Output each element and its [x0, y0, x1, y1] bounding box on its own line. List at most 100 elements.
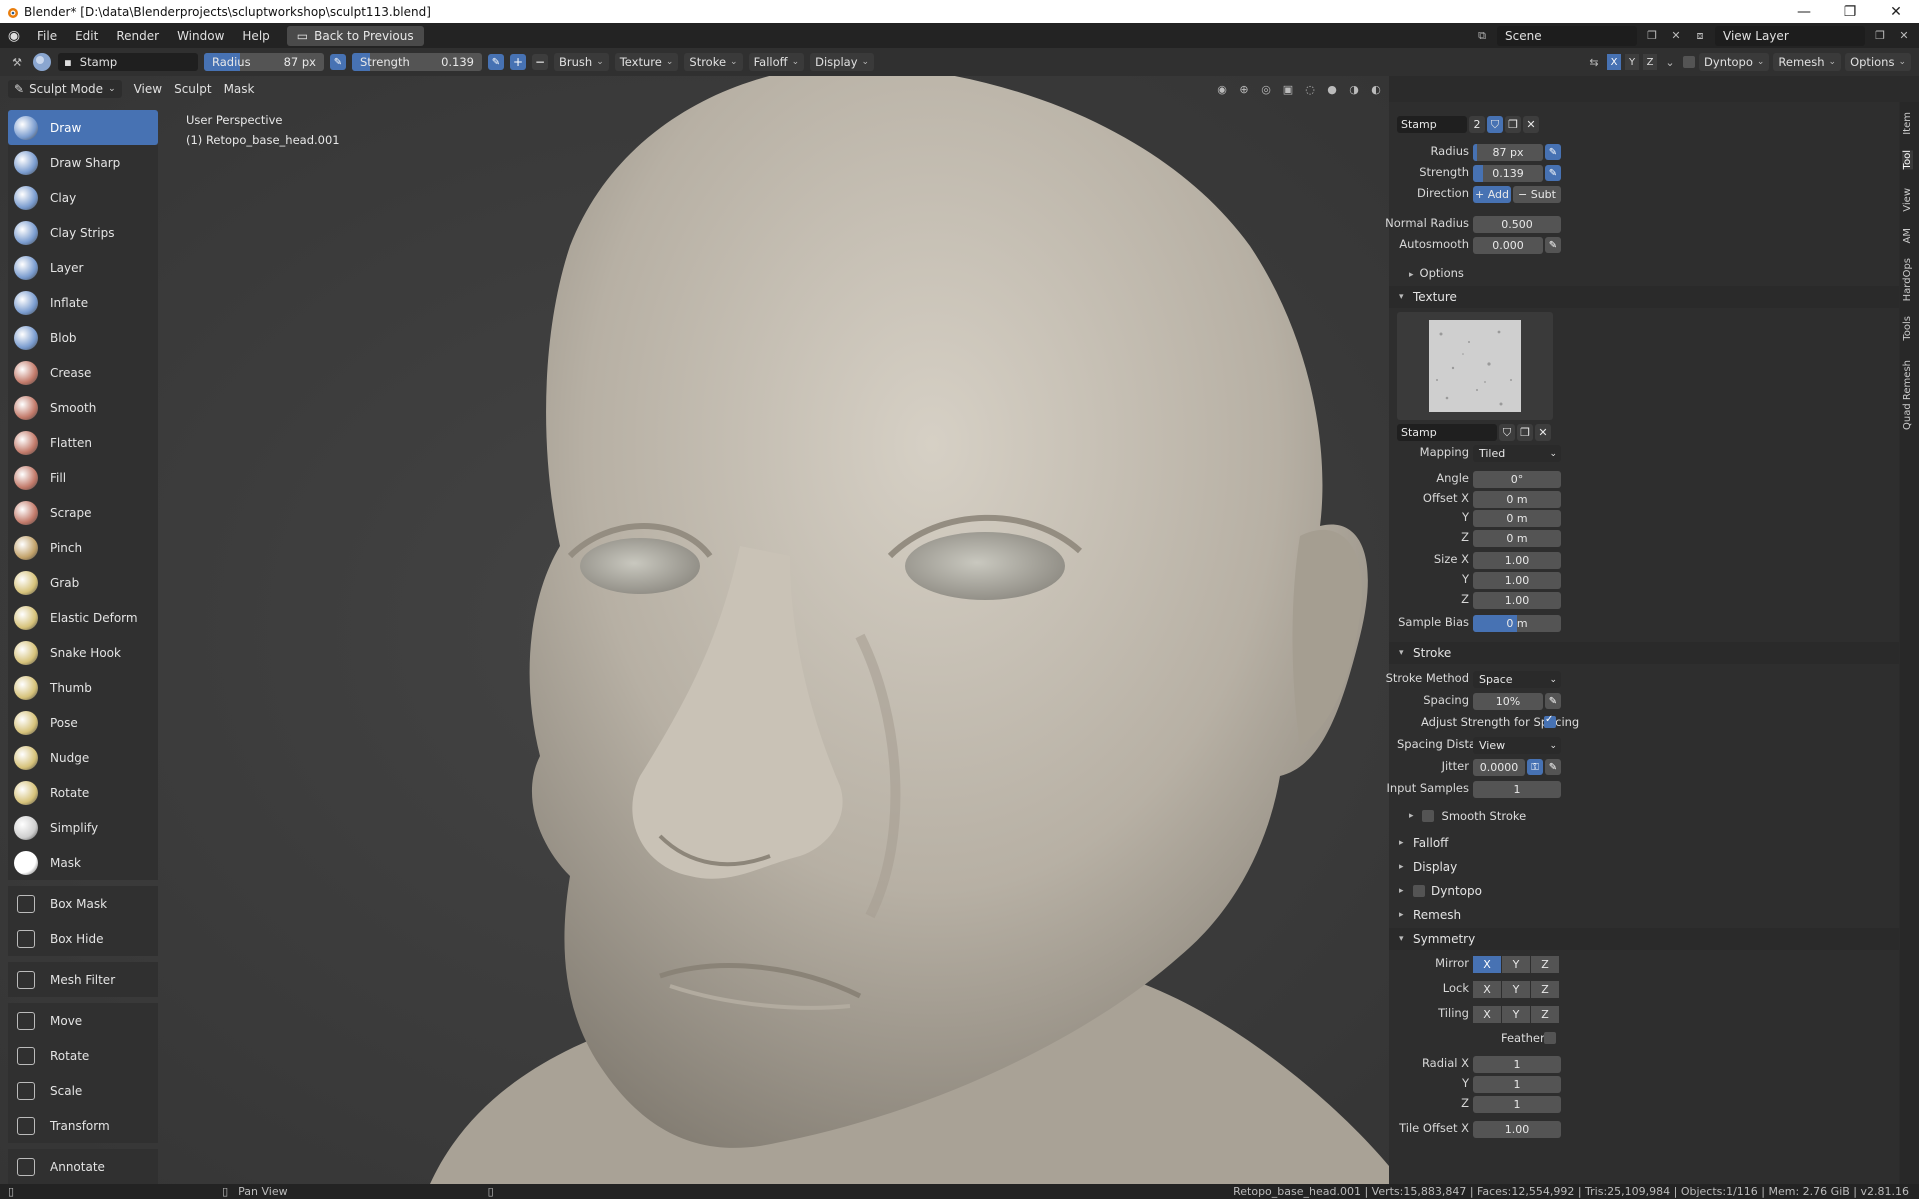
dyntopo-checkbox[interactable] [1683, 56, 1696, 68]
tool-transform[interactable]: Transform [8, 1108, 158, 1143]
strength-pressure-icon[interactable]: ✎ [488, 54, 504, 70]
texture-menu[interactable]: Texture ⌄ [614, 53, 679, 71]
view-layer-selector[interactable]: View Layer [1715, 25, 1865, 46]
menu-window[interactable]: Window [168, 29, 233, 43]
scene-selector[interactable]: Scene [1497, 25, 1637, 46]
tool-fill[interactable]: Fill [8, 460, 158, 495]
lock-y-toggle[interactable]: Y [1502, 981, 1530, 998]
tool-grab[interactable]: Grab [8, 565, 158, 600]
dyntopo-panel-checkbox[interactable] [1413, 885, 1425, 897]
solid-shading-icon[interactable]: ● [1323, 80, 1341, 98]
3d-viewport[interactable]: User Perspective (1) Retopo_base_head.00… [0, 76, 1389, 1184]
radial-y-field[interactable]: 1 [1473, 1076, 1561, 1093]
tile-offset-field[interactable]: 1.00 [1473, 1121, 1561, 1138]
remesh-panel-header[interactable]: ▸ Remesh [1389, 904, 1899, 926]
display-panel-header[interactable]: ▸ Display [1389, 856, 1899, 878]
tool-elastic-deform[interactable]: Elastic Deform [8, 600, 158, 635]
tool-scale[interactable]: Scale [8, 1073, 158, 1108]
options-menu[interactable]: Options ⌄ [1845, 53, 1911, 71]
tool-move[interactable]: Move [8, 1003, 158, 1038]
mask-menu[interactable]: Mask [224, 82, 255, 96]
radial-z-field[interactable]: 1 [1473, 1096, 1561, 1113]
scene-icon[interactable]: ⧉ [1473, 27, 1491, 45]
smooth-stroke-subpanel[interactable]: ▸ Smooth Stroke [1409, 809, 1526, 823]
duplicate-texture-icon[interactable]: ❐ [1517, 424, 1533, 441]
tab-tools[interactable]: Tools [1902, 316, 1913, 341]
tiling-y-toggle[interactable]: Y [1502, 1006, 1530, 1023]
symmetry-z-toggle[interactable]: Z [1643, 54, 1658, 70]
brush-menu[interactable]: Brush ⌄ [554, 53, 609, 71]
falloff-panel-header[interactable]: ▸ Falloff [1389, 832, 1899, 854]
tool-rotate[interactable]: Rotate [8, 1038, 158, 1073]
radius-slider[interactable]: Radius 87 px [204, 53, 324, 71]
spacing-distance-dropdown[interactable]: View ⌄ [1473, 737, 1561, 754]
autosmooth-pressure-icon[interactable]: ✎ [1545, 237, 1561, 253]
back-to-previous-button[interactable]: ▭ Back to Previous [286, 25, 424, 46]
tool-inflate[interactable]: Inflate [8, 285, 158, 320]
tool-nudge[interactable]: Nudge [8, 740, 158, 775]
texture-name-field[interactable]: Stamp [1397, 424, 1497, 441]
tool-box-hide[interactable]: Box Hide [8, 921, 158, 956]
offset-y-field[interactable]: 0 m [1473, 510, 1561, 527]
add-direction-icon[interactable]: + [510, 54, 526, 70]
tiling-x-toggle[interactable]: X [1473, 1006, 1501, 1023]
mirror-x-toggle[interactable]: X [1473, 956, 1501, 973]
tool-layer[interactable]: Layer [8, 250, 158, 285]
brush-preview-icon[interactable] [32, 52, 52, 72]
sculpt-menu[interactable]: Sculpt [174, 82, 211, 96]
fake-user-icon[interactable]: ⛉ [1487, 116, 1503, 133]
tool-smooth[interactable]: Smooth [8, 390, 158, 425]
tool-mask[interactable]: Mask [8, 845, 158, 880]
maximize-button[interactable]: ❐ [1827, 4, 1873, 20]
menu-file[interactable]: File [28, 29, 66, 43]
dyntopo-panel-header[interactable]: ▸ Dyntopo [1389, 880, 1899, 902]
smooth-stroke-checkbox[interactable] [1421, 810, 1434, 822]
spacing-pressure-icon[interactable]: ✎ [1545, 693, 1561, 709]
view-menu[interactable]: View [134, 82, 162, 96]
texture-panel-header[interactable]: ▾ Texture [1389, 286, 1899, 308]
falloff-menu[interactable]: Falloff ⌄ [748, 53, 805, 71]
close-button[interactable]: ✕ [1873, 4, 1919, 20]
mirror-y-toggle[interactable]: Y [1502, 956, 1530, 973]
tool-thumb[interactable]: Thumb [8, 670, 158, 705]
menu-render[interactable]: Render [107, 29, 168, 43]
tab-item[interactable]: Item [1902, 112, 1913, 135]
tool-annotate[interactable]: Annotate [8, 1149, 158, 1184]
view-layer-icon[interactable]: ⧈ [1691, 27, 1709, 45]
menu-help[interactable]: Help [233, 29, 278, 43]
mirror-z-toggle[interactable]: Z [1531, 956, 1559, 973]
size-y-field[interactable]: 1.00 [1473, 572, 1561, 589]
radius-pressure-icon[interactable]: ✎ [1545, 144, 1561, 160]
tab-am[interactable]: AM [1902, 228, 1913, 243]
blender-menu-icon[interactable]: ◉ [0, 28, 28, 44]
normal-radius-field[interactable]: 0.500 [1473, 216, 1561, 233]
input-samples-field[interactable]: 1 [1473, 781, 1561, 798]
offset-x-field[interactable]: 0 m [1473, 491, 1561, 508]
delete-scene-icon[interactable]: ✕ [1667, 27, 1685, 45]
menu-edit[interactable]: Edit [66, 29, 107, 43]
overlay-icon[interactable]: ◎ [1257, 80, 1275, 98]
material-shading-icon[interactable]: ◑ [1345, 80, 1363, 98]
jitter-pressure-icon[interactable]: ✎ [1545, 759, 1561, 775]
subtract-direction-icon[interactable]: − [532, 54, 548, 70]
spacing-field[interactable]: 10% [1473, 693, 1543, 710]
visibility-icon[interactable]: ◉ [1213, 80, 1231, 98]
unlink-texture-icon[interactable]: ✕ [1535, 424, 1551, 441]
size-z-field[interactable]: 1.00 [1473, 592, 1561, 609]
xray-icon[interactable]: ▣ [1279, 80, 1297, 98]
mapping-dropdown[interactable]: Tiled ⌄ [1473, 445, 1561, 462]
jitter-field[interactable]: 0.0000 [1473, 759, 1525, 776]
radius-pressure-icon[interactable]: ✎ [330, 54, 346, 70]
tool-simplify[interactable]: Simplify [8, 810, 158, 845]
tool-flatten[interactable]: Flatten [8, 425, 158, 460]
stroke-menu[interactable]: Stroke ⌄ [684, 53, 743, 71]
direction-subtract-button[interactable]: − Subt [1513, 186, 1561, 203]
chevron-down-icon[interactable]: ⌄ [1661, 53, 1679, 71]
editor-type-icon[interactable]: ⚒ [8, 53, 26, 71]
symmetry-x-toggle[interactable]: X [1607, 54, 1622, 70]
symmetry-panel-header[interactable]: ▾ Symmetry [1389, 928, 1899, 950]
tool-draw-sharp[interactable]: Draw Sharp [8, 145, 158, 180]
minimize-button[interactable]: — [1781, 4, 1827, 20]
mode-selector[interactable]: ✎ Sculpt Mode ⌄ [8, 80, 122, 98]
remesh-menu[interactable]: Remesh ⌄ [1773, 53, 1842, 71]
